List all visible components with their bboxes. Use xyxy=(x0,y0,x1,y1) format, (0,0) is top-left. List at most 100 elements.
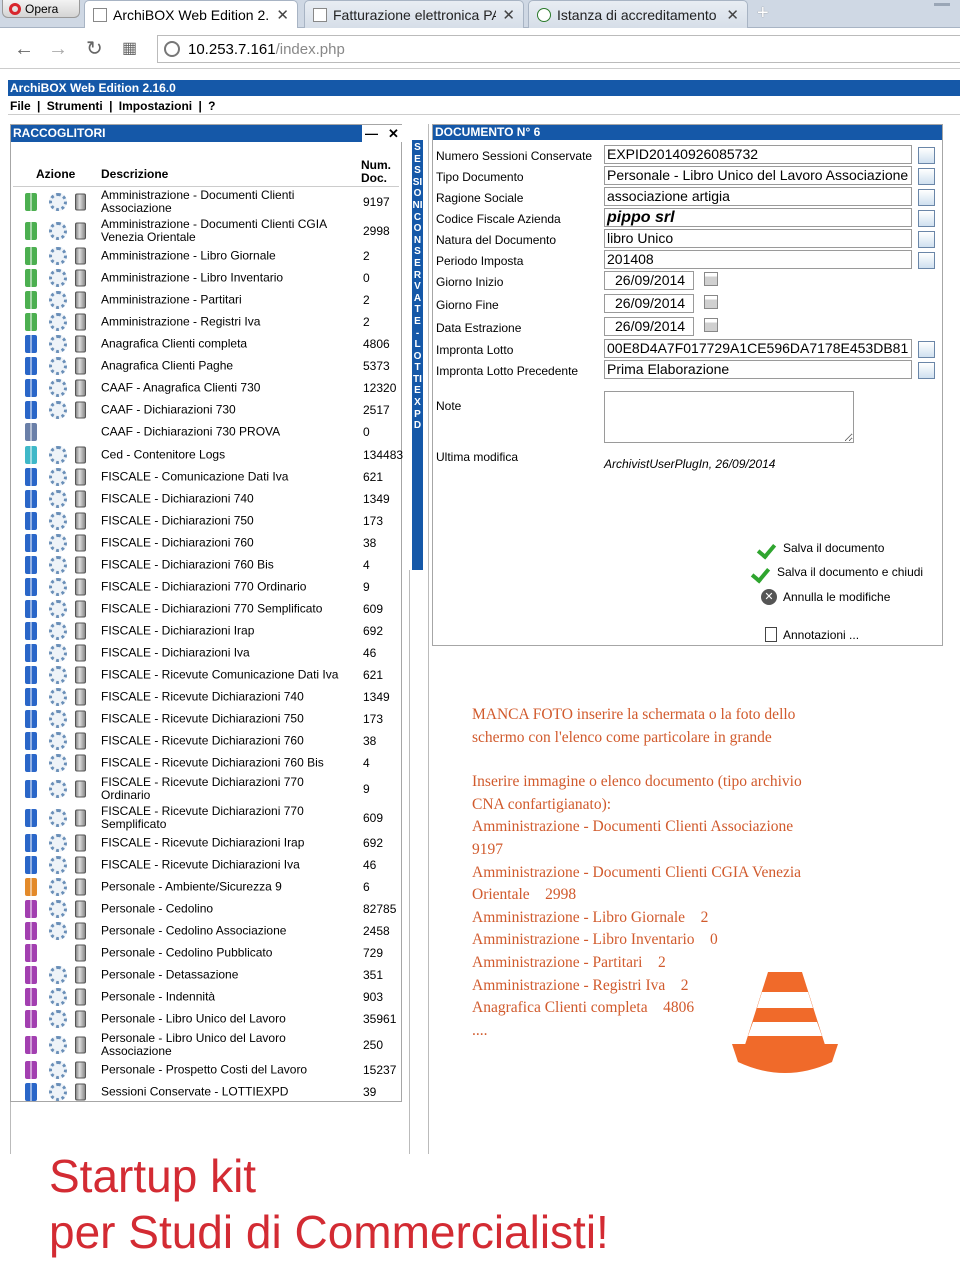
table-row[interactable]: FISCALE - Dichiarazioni 740 1349 xyxy=(13,488,399,510)
trash-icon[interactable] xyxy=(75,1083,86,1101)
settings-gear-icon[interactable] xyxy=(49,379,67,397)
binder-icon[interactable] xyxy=(25,423,37,441)
binder-icon[interactable] xyxy=(25,556,37,574)
binder-icon[interactable] xyxy=(25,192,37,211)
binder-icon[interactable] xyxy=(25,291,37,309)
row-description[interactable]: FISCALE - Dichiarazioni Iva xyxy=(101,646,353,660)
trash-icon[interactable] xyxy=(75,834,86,852)
table-row[interactable]: Amministrazione - Documenti Clienti Asso… xyxy=(13,187,399,216)
binder-icon[interactable] xyxy=(25,1083,37,1101)
column-header-descrizione[interactable]: Descrizione xyxy=(101,167,168,181)
settings-gear-icon[interactable] xyxy=(49,269,67,287)
binder-icon[interactable] xyxy=(25,468,37,486)
url-field[interactable]: 10.253.7.161/index.php xyxy=(157,35,960,63)
table-row[interactable]: FISCALE - Ricevute Dichiarazioni 760 Bis… xyxy=(13,752,399,774)
calendar-icon[interactable] xyxy=(704,272,718,286)
row-description[interactable]: Amministrazione - Libro Giornale xyxy=(101,249,353,263)
field-input[interactable]: associazione artigia xyxy=(604,187,912,206)
binder-icon[interactable] xyxy=(25,1010,37,1028)
row-description[interactable]: Personale - Cedolino Pubblicato xyxy=(101,946,353,960)
settings-gear-icon[interactable] xyxy=(49,922,67,940)
table-row[interactable]: Personale - Cedolino Associazione 2458 xyxy=(13,920,399,942)
settings-gear-icon[interactable] xyxy=(49,445,67,464)
settings-gear-icon[interactable] xyxy=(49,1035,67,1054)
lookup-icon[interactable] xyxy=(918,147,935,164)
close-tab-icon[interactable]: ✕ xyxy=(502,6,515,24)
row-description[interactable]: FISCALE - Dichiarazioni 770 Ordinario xyxy=(101,580,353,594)
minimize-icon[interactable]: — xyxy=(365,125,378,142)
trash-icon[interactable] xyxy=(75,666,86,684)
field-input[interactable]: 201408 xyxy=(604,250,912,269)
menu-impostazioni[interactable]: Impostazioni xyxy=(119,99,192,113)
tab-istanza[interactable]: Istanza di accreditamento ✕ xyxy=(528,0,748,28)
lookup-icon[interactable] xyxy=(918,189,935,206)
table-row[interactable]: Personale - Libro Unico del Lavoro 35961 xyxy=(13,1008,399,1030)
table-row[interactable]: Personale - Prospetto Costi del Lavoro 15… xyxy=(13,1059,399,1081)
binder-icon[interactable] xyxy=(25,1035,37,1054)
tab-archibox[interactable]: ArchiBOX Web Edition 2.16 ✕ xyxy=(84,0,298,28)
settings-gear-icon[interactable] xyxy=(49,688,67,706)
opera-menu-button[interactable]: Opera xyxy=(2,0,80,18)
lookup-icon[interactable] xyxy=(918,231,935,248)
trash-icon[interactable] xyxy=(75,401,86,419)
field-input[interactable]: Prima Elaborazione xyxy=(604,360,912,379)
session-vertical-label[interactable]: SESSIONI CONSERVATE - LOTTIEXPD xyxy=(412,140,423,570)
trash-icon[interactable] xyxy=(75,922,86,940)
row-description[interactable]: CAAF - Dichiarazioni 730 xyxy=(101,403,353,417)
field-input[interactable]: EXPID20140926085732 xyxy=(604,145,912,164)
settings-gear-icon[interactable] xyxy=(49,808,67,827)
trash-icon[interactable] xyxy=(75,780,86,797)
settings-gear-icon[interactable] xyxy=(49,622,67,640)
table-row[interactable]: Personale - Detassazione 351 xyxy=(13,964,399,986)
table-row[interactable]: Personale - Cedolino Pubblicato 729 xyxy=(13,942,399,964)
row-description[interactable]: FISCALE - Ricevute Dichiarazioni Irap xyxy=(101,836,353,850)
close-icon[interactable]: ✕ xyxy=(388,125,399,142)
column-header-azione[interactable]: Azione xyxy=(36,167,75,181)
row-description[interactable]: Personale - Libro Unico del Lavoro xyxy=(101,1012,353,1026)
calendar-icon[interactable] xyxy=(704,318,718,332)
row-description[interactable]: Ced - Contenitore Logs xyxy=(101,448,353,461)
settings-gear-icon[interactable] xyxy=(49,988,67,1006)
back-icon[interactable]: ← xyxy=(14,37,34,61)
row-description[interactable]: FISCALE - Dichiarazioni 740 xyxy=(101,492,353,506)
row-description[interactable]: Amministrazione - Libro Inventario xyxy=(101,271,353,285)
row-description[interactable]: FISCALE - Dichiarazioni 760 Bis xyxy=(101,558,353,572)
binder-icon[interactable] xyxy=(25,966,37,984)
site-info-icon[interactable] xyxy=(164,41,180,57)
table-row[interactable]: FISCALE - Dichiarazioni 760 Bis 4 xyxy=(13,554,399,576)
row-description[interactable]: Amministrazione - Documenti Clienti Asso… xyxy=(101,188,353,215)
binder-icon[interactable] xyxy=(25,313,37,331)
field-input[interactable]: libro Unico xyxy=(604,229,912,248)
trash-icon[interactable] xyxy=(75,269,86,287)
row-description[interactable]: FISCALE - Ricevute Dichiarazioni 760 xyxy=(101,734,353,748)
row-description[interactable]: FISCALE - Dichiarazioni 770 Semplificato xyxy=(101,602,353,616)
table-row[interactable]: FISCALE - Dichiarazioni 760 38 xyxy=(13,532,399,554)
settings-gear-icon[interactable] xyxy=(49,578,67,596)
table-row[interactable]: FISCALE - Dichiarazioni Iva 46 xyxy=(13,642,399,664)
table-row[interactable]: FISCALE - Dichiarazioni 770 Ordinario 9 xyxy=(13,576,399,598)
binder-icon[interactable] xyxy=(25,856,37,874)
table-row[interactable]: FISCALE - Ricevute Comunicazione Dati Iv… xyxy=(13,664,399,686)
row-description[interactable]: Amministrazione - Documenti Clienti CGIA… xyxy=(101,217,353,244)
row-description[interactable]: Amministrazione - Partitari xyxy=(101,293,353,307)
settings-gear-icon[interactable] xyxy=(49,401,67,419)
lookup-icon[interactable] xyxy=(918,252,935,269)
settings-gear-icon[interactable] xyxy=(49,1061,67,1079)
binder-icon[interactable] xyxy=(25,922,37,940)
binder-icon[interactable] xyxy=(25,732,37,750)
row-description[interactable]: FISCALE - Dichiarazioni Irap xyxy=(101,624,353,638)
annotations-button[interactable]: Annotazioni ... xyxy=(765,627,859,642)
table-row[interactable]: Personale - Indennità 903 xyxy=(13,986,399,1008)
table-row[interactable]: FISCALE - Ricevute Dichiarazioni Irap 692 xyxy=(13,832,399,854)
row-description[interactable]: FISCALE - Ricevute Dichiarazioni Iva xyxy=(101,858,353,872)
row-description[interactable]: CAAF - Anagrafica Clienti 730 xyxy=(101,381,353,395)
field-input[interactable]: 26/09/2014 xyxy=(604,294,694,313)
row-description[interactable]: FISCALE - Ricevute Dichiarazioni 770 Ord… xyxy=(101,775,353,802)
settings-gear-icon[interactable] xyxy=(49,834,67,852)
table-row[interactable]: Amministrazione - Partitari 2 xyxy=(13,289,399,311)
trash-icon[interactable] xyxy=(75,1010,86,1028)
settings-gear-icon[interactable] xyxy=(49,247,67,265)
field-input[interactable]: Personale - Libro Unico del Lavoro Assoc… xyxy=(604,166,912,185)
table-row[interactable]: FISCALE - Ricevute Dichiarazioni Iva 46 xyxy=(13,854,399,876)
menu-help[interactable]: ? xyxy=(208,99,215,113)
